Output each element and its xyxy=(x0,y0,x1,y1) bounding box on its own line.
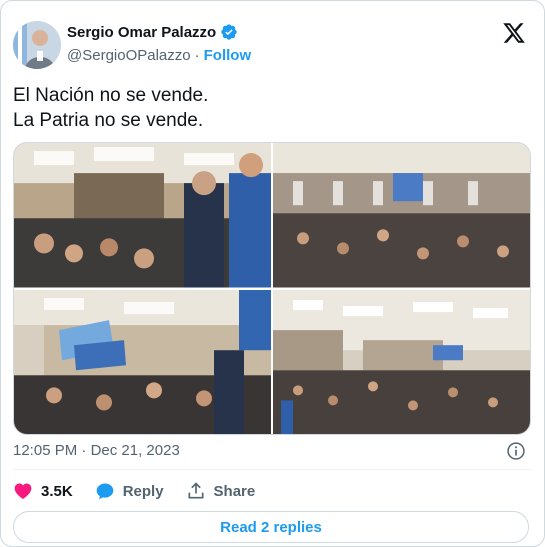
read-replies-label: Read 2 replies xyxy=(220,518,322,536)
follow-button[interactable]: Follow xyxy=(204,47,252,64)
reply-button[interactable]: Reply xyxy=(95,481,164,501)
divider xyxy=(13,469,532,470)
handle-separator: · xyxy=(194,47,200,64)
like-count: 3.5K xyxy=(41,482,73,500)
author-handle-row: @SergioOPalazzo · Follow xyxy=(67,47,251,64)
tweet-time: 12:05 PM xyxy=(13,442,78,459)
reply-bubble-icon xyxy=(96,483,114,500)
tweet-timestamp[interactable]: 12:05 PM · Dec 21, 2023 xyxy=(13,442,180,459)
avatar[interactable] xyxy=(13,21,61,69)
heart-icon xyxy=(14,483,32,499)
crowd-photo-3-icon xyxy=(14,289,271,434)
photo-2[interactable] xyxy=(273,143,530,288)
tweet-card: Sergio Omar Palazzo @SergioOPalazzo · Fo… xyxy=(0,0,545,547)
tweet-date: Dec 21, 2023 xyxy=(90,442,180,459)
photo-4[interactable] xyxy=(273,289,530,434)
crowd-photo-1-icon xyxy=(14,143,271,288)
tweet-text-line-1: El Nación no se vende. xyxy=(13,85,209,106)
share-button[interactable]: Share xyxy=(186,481,256,501)
share-icon xyxy=(188,482,204,499)
timestamp-separator: · xyxy=(81,442,87,459)
info-icon[interactable] xyxy=(506,441,526,461)
photo-3[interactable] xyxy=(14,289,271,434)
reply-label: Reply xyxy=(122,482,164,500)
tweet-text-line-2: La Patria no se vende. xyxy=(13,110,204,131)
x-logo-icon[interactable] xyxy=(502,21,526,45)
read-replies-button[interactable]: Read 2 replies xyxy=(13,511,529,543)
like-button[interactable]: 3.5K xyxy=(13,481,73,501)
tweet-text: El Nación no se vende. La Patria no se v… xyxy=(13,83,208,133)
author-name-row: Sergio Omar Palazzo xyxy=(67,23,238,41)
author-name[interactable]: Sergio Omar Palazzo xyxy=(67,24,216,41)
share-label: Share xyxy=(213,482,256,500)
author-handle[interactable]: @SergioOPalazzo xyxy=(67,47,191,64)
verified-badge-icon xyxy=(221,24,237,40)
action-bar: 3.5K Reply Share xyxy=(13,481,255,501)
crowd-photo-4-icon xyxy=(273,289,530,434)
avatar-image xyxy=(13,21,61,69)
crowd-photo-2-icon xyxy=(273,143,530,288)
photo-grid xyxy=(13,142,531,435)
photo-1[interactable] xyxy=(14,143,271,288)
